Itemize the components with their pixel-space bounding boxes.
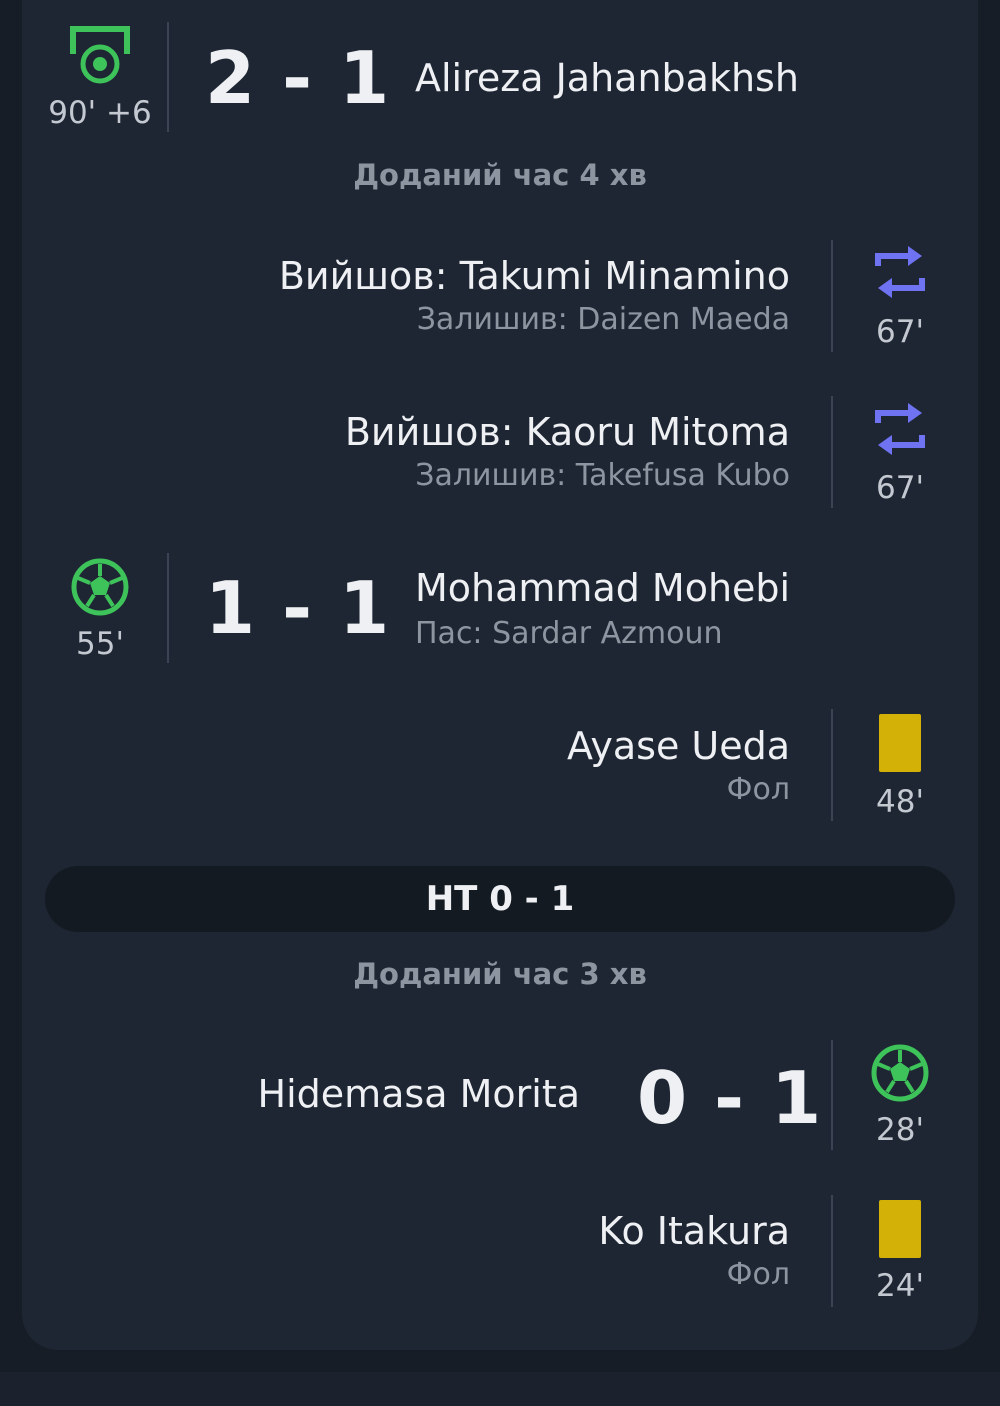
divider bbox=[831, 396, 833, 508]
player-name: Ko Itakura bbox=[598, 1209, 790, 1253]
divider bbox=[831, 1195, 833, 1307]
score: 2 - 1 bbox=[205, 36, 391, 120]
substitution-icon bbox=[875, 403, 925, 455]
divider bbox=[167, 22, 169, 132]
event-time: 24' bbox=[876, 1268, 924, 1304]
card-reason: Фол bbox=[726, 772, 790, 807]
player-in: Вийшов: Takumi Minamino bbox=[278, 254, 790, 298]
halftime-banner: HT 0 - 1 bbox=[45, 866, 955, 932]
player-name: Ayase Ueda bbox=[566, 724, 790, 768]
event-time: 48' bbox=[876, 784, 924, 820]
scorer-name: Hidemasa Morita bbox=[257, 1072, 581, 1116]
added-time-label: Доданий час 4 хв bbox=[353, 158, 647, 192]
event-time: 90' +6 bbox=[48, 95, 152, 131]
score: 1 - 1 bbox=[205, 566, 391, 650]
scorer-name: Mohammad Mohebi bbox=[415, 566, 791, 610]
football-icon bbox=[71, 558, 129, 616]
event-time: 67' bbox=[876, 314, 924, 350]
card-reason: Фол bbox=[726, 1257, 790, 1292]
player-in: Вийшов: Kaoru Mitoma bbox=[344, 410, 790, 454]
penalty-goal-icon bbox=[70, 26, 130, 84]
football-icon bbox=[871, 1044, 929, 1102]
yellow-card-icon bbox=[879, 714, 921, 772]
scorer-name: Alireza Jahanbakhsh bbox=[415, 56, 799, 100]
event-time: 28' bbox=[876, 1112, 924, 1148]
assist-name: Пас: Sardar Azmoun bbox=[415, 616, 723, 651]
match-events-card bbox=[22, 0, 978, 1350]
added-time-label: Доданий час 3 хв bbox=[353, 957, 647, 991]
bottom-strip bbox=[0, 1372, 1000, 1406]
player-out: Залишив: Daizen Maeda bbox=[416, 302, 790, 337]
divider bbox=[831, 240, 833, 352]
divider bbox=[831, 709, 833, 821]
divider bbox=[831, 1040, 833, 1150]
substitution-icon bbox=[875, 246, 925, 298]
event-time: 67' bbox=[876, 470, 924, 506]
yellow-card-icon bbox=[879, 1200, 921, 1258]
halftime-label: HT 0 - 1 bbox=[425, 879, 575, 919]
player-out: Залишив: Takefusa Kubo bbox=[415, 458, 790, 493]
score: 0 - 1 bbox=[637, 1056, 823, 1140]
divider bbox=[167, 553, 169, 663]
event-time: 55' bbox=[76, 626, 124, 662]
